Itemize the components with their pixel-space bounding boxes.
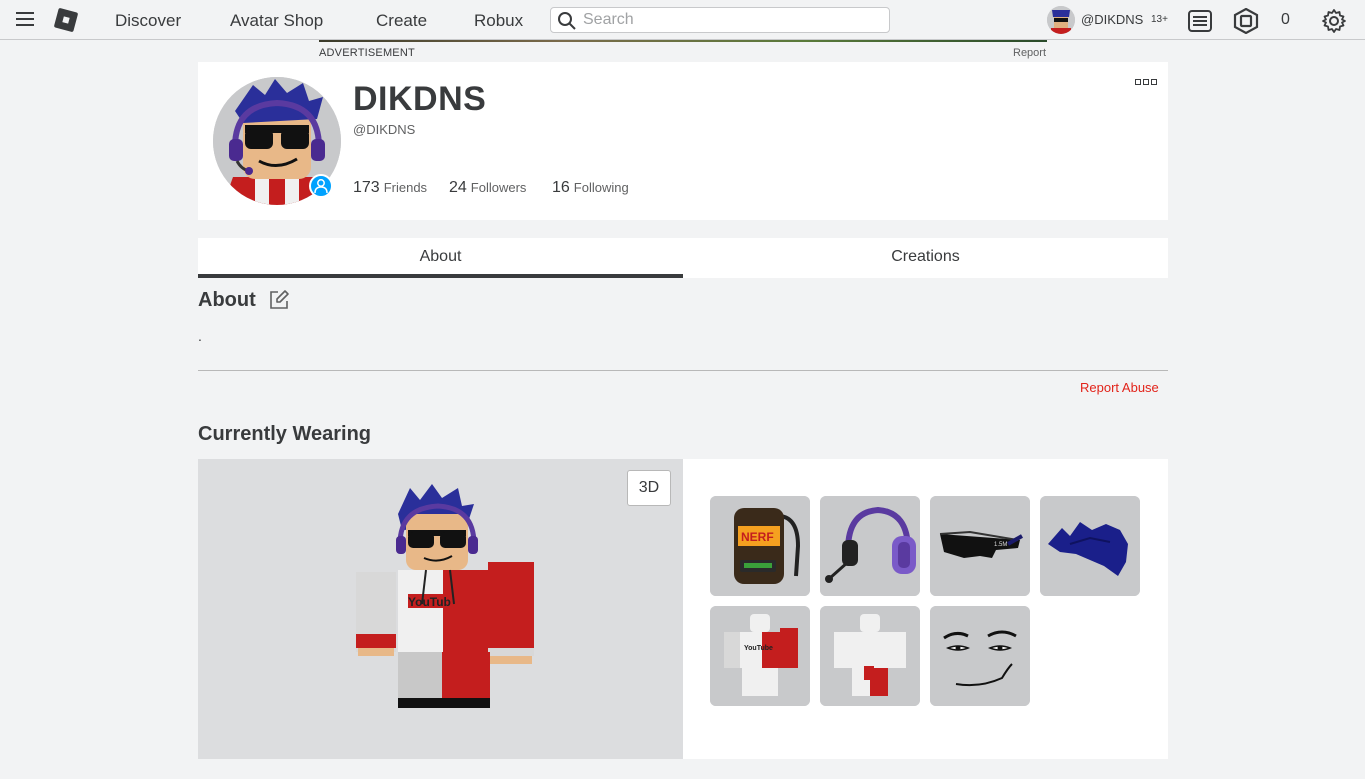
svg-text:NERF: NERF xyxy=(741,530,774,544)
top-navigation-bar: Discover Avatar Shop Create Robux @DIKDN… xyxy=(0,0,1365,40)
currently-wearing-panel: 3D YouTub NERF 1.5M YouTube xyxy=(198,459,1168,759)
about-heading: About xyxy=(198,289,256,311)
headset-icon xyxy=(820,496,920,596)
advertisement-label: ADVERTISEMENT xyxy=(319,47,415,59)
notifications-list-icon[interactable] xyxy=(1187,8,1213,34)
section-divider xyxy=(198,370,1168,371)
wearing-item-shirt[interactable]: YouTube xyxy=(710,606,810,706)
svg-text:1.5M: 1.5M xyxy=(994,542,1007,548)
search-box xyxy=(550,7,890,33)
wearing-item-face[interactable] xyxy=(930,606,1030,706)
nav-link-avatar-shop[interactable]: Avatar Shop xyxy=(230,11,323,31)
avatar-viewer[interactable]: 3D YouTub xyxy=(198,459,683,759)
wearing-item-hair[interactable] xyxy=(1040,496,1140,596)
nav-link-create[interactable]: Create xyxy=(376,11,427,31)
friends-count: 173 xyxy=(353,179,380,196)
user-avatar-thumbnail[interactable] xyxy=(1047,6,1075,34)
about-description: . xyxy=(198,328,202,344)
svg-text:YouTub: YouTub xyxy=(408,595,451,609)
wearing-item-pants[interactable] xyxy=(820,606,920,706)
menu-icon[interactable] xyxy=(16,12,36,28)
friends-stat[interactable]: 173 Friends xyxy=(353,179,427,197)
face-icon xyxy=(930,606,1030,706)
ad-report-link[interactable]: Report xyxy=(1013,47,1046,59)
backpack-icon: NERF xyxy=(710,496,810,596)
robux-icon[interactable] xyxy=(1233,7,1259,35)
nav-link-discover[interactable]: Discover xyxy=(115,11,181,31)
roblox-logo-icon[interactable] xyxy=(53,7,79,33)
online-status-badge xyxy=(309,174,333,198)
hair-icon xyxy=(1040,496,1140,596)
advertisement-banner[interactable] xyxy=(319,40,1047,42)
sunglasses-icon: 1.5M xyxy=(930,496,1030,596)
wearing-item-headset[interactable] xyxy=(820,496,920,596)
age-badge: 13+ xyxy=(1151,14,1168,25)
wearing-item-backpack[interactable]: NERF xyxy=(710,496,810,596)
shirt-icon: YouTube xyxy=(710,606,810,706)
svg-text:YouTube: YouTube xyxy=(744,645,773,652)
following-count: 16 xyxy=(552,179,570,196)
following-stat[interactable]: 16 Following xyxy=(552,179,629,197)
report-abuse-link[interactable]: Report Abuse xyxy=(1080,380,1159,395)
settings-gear-icon[interactable] xyxy=(1321,8,1347,34)
profile-tabs: About Creations xyxy=(198,238,1168,278)
search-input[interactable] xyxy=(583,10,883,30)
nav-username[interactable]: @DIKDNS xyxy=(1081,12,1143,27)
wearing-item-sunglasses[interactable]: 1.5M xyxy=(930,496,1030,596)
following-label: Following xyxy=(573,180,629,195)
toggle-3d-button[interactable]: 3D xyxy=(627,470,671,506)
avatar-full-body-image: YouTub xyxy=(356,484,534,708)
tab-creations[interactable]: Creations xyxy=(683,238,1168,278)
profile-display-name: DIKDNS xyxy=(353,80,487,118)
friends-label: Friends xyxy=(383,180,428,195)
nav-link-robux[interactable]: Robux xyxy=(474,11,523,31)
pants-icon xyxy=(820,606,920,706)
followers-count: 24 xyxy=(449,179,467,196)
profile-header-card: DIKDNS @DIKDNS 173 Friends 24 Followers 16… xyxy=(198,62,1168,220)
currently-wearing-heading: Currently Wearing xyxy=(198,423,371,445)
followers-label: Followers xyxy=(470,180,527,195)
more-options-icon[interactable] xyxy=(1135,72,1161,85)
profile-username: @DIKDNS xyxy=(353,122,416,137)
robux-balance[interactable]: 0 xyxy=(1281,11,1290,29)
edit-pencil-icon[interactable] xyxy=(268,289,290,311)
search-icon xyxy=(558,12,576,30)
followers-stat[interactable]: 24 Followers xyxy=(449,179,526,197)
person-icon xyxy=(314,179,328,194)
tab-about[interactable]: About xyxy=(198,238,683,278)
